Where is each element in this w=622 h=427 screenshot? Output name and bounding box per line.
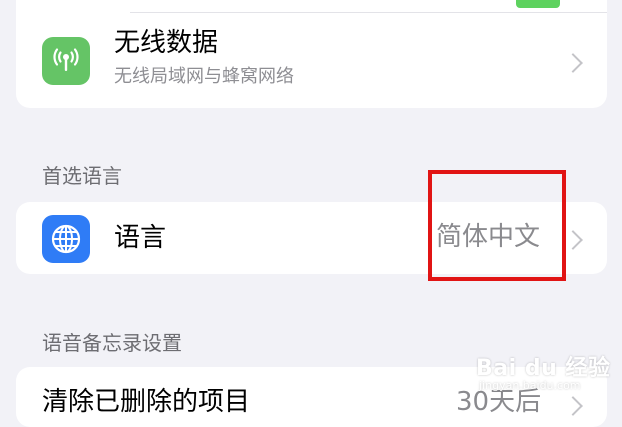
wireless-data-subtitle: 无线局域网与蜂窝网络 <box>114 66 294 87</box>
globe-icon <box>42 215 90 263</box>
baidu-watermark-logo: Bai du 经验 <box>476 356 611 381</box>
row-separator <box>130 12 607 13</box>
antenna-icon <box>42 37 90 85</box>
section-header-preferred-language: 首选语言 <box>42 164 122 188</box>
highlight-annotation <box>428 170 566 281</box>
chevron-right-icon <box>563 53 583 73</box>
baidu-watermark-url: jingyan.baidu.com <box>479 379 581 392</box>
wireless-data-title: 无线数据 <box>114 28 219 58</box>
section-header-voice-memos: 语音备忘录设置 <box>42 331 182 355</box>
settings-card-network: 无线数据 无线局域网与蜂窝网络 <box>16 0 607 108</box>
chevron-right-icon <box>563 396 583 416</box>
language-title: 语言 <box>114 223 167 253</box>
toggle-edge <box>516 0 560 8</box>
chevron-right-icon <box>563 230 583 250</box>
clear-deleted-title: 清除已删除的项目 <box>42 387 251 417</box>
